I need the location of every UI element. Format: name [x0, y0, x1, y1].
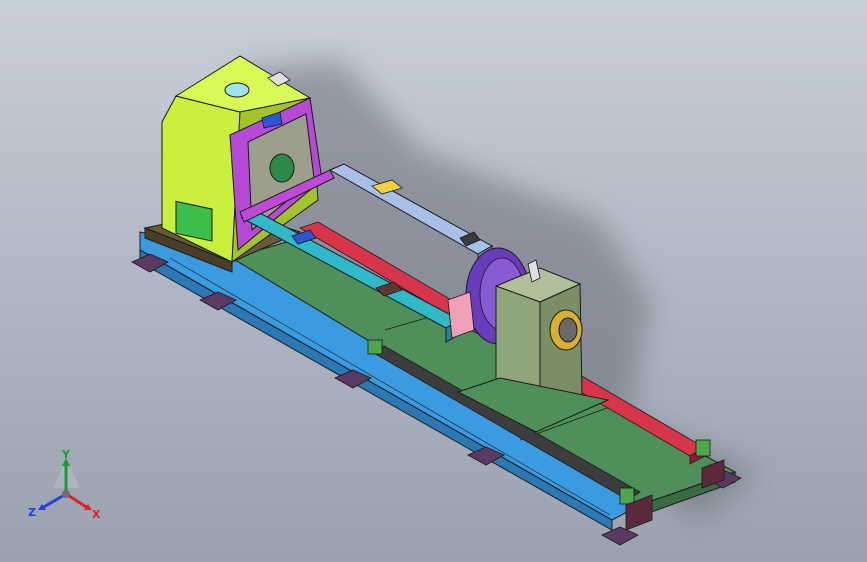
positioner-model[interactable]: [0, 0, 867, 562]
cad-viewport[interactable]: Y X Z: [0, 0, 867, 562]
z-axis-label: Z: [28, 506, 36, 519]
y-axis-label: Y: [61, 448, 71, 461]
x-axis-label: X: [92, 508, 101, 521]
triad-origin-icon: [62, 490, 70, 498]
z-axis-arrow: [41, 492, 67, 510]
orientation-triad: Y X Z: [22, 448, 112, 528]
